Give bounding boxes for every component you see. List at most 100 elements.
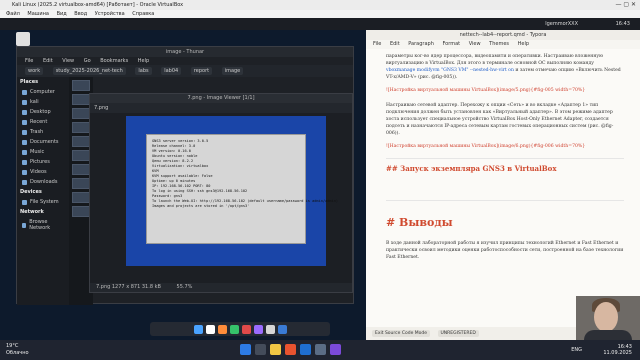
window-controls[interactable]: — ▢ ✕ xyxy=(615,1,636,8)
source-mode-toggle[interactable]: Exit Source Code Mode xyxy=(372,330,431,337)
dock-icon[interactable] xyxy=(241,324,251,334)
menu-machine[interactable]: Машина xyxy=(27,11,49,17)
path-seg[interactable]: report xyxy=(190,67,213,75)
fm-menu-file[interactable]: File xyxy=(25,58,33,64)
place-pictures[interactable]: Pictures xyxy=(17,157,69,167)
typora-title: nettech--lab4--report.qmd - Typora xyxy=(366,30,640,40)
thumbnail[interactable] xyxy=(72,206,90,217)
network-header: Network xyxy=(20,209,44,215)
weather-widget[interactable]: 19°C Облачно xyxy=(6,343,29,357)
drive-icon xyxy=(22,199,27,205)
menu-devices[interactable]: Устройства xyxy=(95,11,125,17)
thumbnail[interactable] xyxy=(72,122,90,133)
places-header: Places xyxy=(20,79,39,85)
host-taskbar: 19°C Облачно ENG 16:43 11.09.2025 xyxy=(0,340,640,360)
guest-topbar: lgemmorXXX 16:43 xyxy=(0,18,640,30)
image-info: 7.png 1277 x 871 31.8 kB xyxy=(96,284,161,290)
dock-icon[interactable] xyxy=(253,324,263,334)
app-icon[interactable] xyxy=(330,344,341,355)
path-seg[interactable]: work xyxy=(25,67,44,75)
dock-icon[interactable] xyxy=(229,324,239,334)
webcam-overlay xyxy=(576,296,640,340)
place-videos[interactable]: Videos xyxy=(17,167,69,177)
guest-user[interactable]: lgemmorXXX xyxy=(545,18,578,30)
thumbnail[interactable] xyxy=(72,80,90,91)
typora-menu-themes[interactable]: Themes xyxy=(489,41,509,47)
home-icon xyxy=(22,99,27,105)
thumbnail[interactable] xyxy=(72,164,90,175)
place-documents[interactable]: Documents xyxy=(17,137,69,147)
thumbnail[interactable] xyxy=(72,108,90,119)
fm-menu-view[interactable]: View xyxy=(62,58,74,64)
menu-file[interactable]: Файл xyxy=(6,11,20,17)
browser-icon[interactable] xyxy=(285,344,296,355)
file-manager-window: image - Thunar File Edit View Go Bookmar… xyxy=(16,46,354,305)
menu-input[interactable]: Ввод xyxy=(74,11,87,17)
browse-network[interactable]: Browse Network xyxy=(17,217,69,233)
virtualbox-icon[interactable] xyxy=(300,344,311,355)
dock-icon[interactable] xyxy=(265,324,275,334)
menu-help[interactable]: Справка xyxy=(132,11,154,17)
thumbnail[interactable] xyxy=(72,94,90,105)
vbox-title: Kali Linux (2025.2 virtualbox-amd64) [Ра… xyxy=(12,2,184,8)
windows-start-icon[interactable] xyxy=(240,344,251,355)
input-language[interactable]: ENG xyxy=(571,347,582,353)
image-link[interactable]: ![Настройка виртуальной машины VirtualBo… xyxy=(386,143,624,150)
path-seg[interactable]: lab04 xyxy=(161,67,182,75)
place-desktop[interactable]: Desktop xyxy=(17,107,69,117)
terminal-icon[interactable] xyxy=(315,344,326,355)
fm-menu-help[interactable]: Help xyxy=(138,58,149,64)
dock-icon[interactable] xyxy=(193,324,203,334)
fm-menu-bookmarks[interactable]: Bookmarks xyxy=(100,58,128,64)
computer-icon xyxy=(22,89,27,95)
cursor-line[interactable] xyxy=(386,186,624,194)
webcam-shirt xyxy=(584,330,632,340)
guest-dock xyxy=(150,322,330,336)
thumbnail[interactable] xyxy=(72,150,90,161)
fm-menu-go[interactable]: Go xyxy=(84,58,91,64)
device-filesystem[interactable]: File System xyxy=(17,197,69,207)
path-seg[interactable]: labs xyxy=(135,67,152,75)
path-bar: work study_2025-2026_net-tech labs lab04… xyxy=(17,65,353,77)
thumbnail[interactable] xyxy=(72,192,90,203)
place-downloads[interactable]: Downloads xyxy=(17,177,69,187)
image-link[interactable]: ![Настройка виртуальной машины VirtualBo… xyxy=(386,87,624,94)
fm-menu-edit[interactable]: Edit xyxy=(43,58,53,64)
dock-icon[interactable] xyxy=(277,324,287,334)
vbox-menubar: Файл Машина Вид Ввод Устройства Справка xyxy=(0,10,640,18)
place-recent[interactable]: Recent xyxy=(17,117,69,127)
place-trash[interactable]: Trash xyxy=(17,127,69,137)
vbox-titlebar: Kali Linux (2025.2 virtualbox-amd64) [Ра… xyxy=(0,0,640,10)
system-clock[interactable]: 16:43 11.09.2025 xyxy=(603,344,632,356)
place-home[interactable]: kali xyxy=(17,97,69,107)
image-viewer-window: 7.png - Image Viewer [1/1] 7.png GNS3 se… xyxy=(89,93,353,293)
unregistered-badge[interactable]: UNREGISTERED xyxy=(437,330,479,337)
paragraph: В ходе данной лабораторной работы я изуч… xyxy=(386,241,624,260)
typora-menubar: File Edit Paragraph Format View Themes H… xyxy=(366,40,640,49)
trash-icon xyxy=(16,32,30,46)
weather-desc: Облачно xyxy=(6,350,29,356)
document-body[interactable]: параметры ког-во ядер процессора, видеоп… xyxy=(366,49,640,327)
typora-menu-file[interactable]: File xyxy=(373,41,381,47)
divider xyxy=(386,158,624,159)
dock-icon[interactable] xyxy=(217,324,227,334)
heading-2: ## Запуск экземпляра GNS3 в VirtualBox xyxy=(386,164,557,173)
folder-icon xyxy=(22,139,27,145)
place-music[interactable]: Music xyxy=(17,147,69,157)
dock-icon[interactable] xyxy=(205,324,215,334)
path-seg[interactable]: study_2025-2026_net-tech xyxy=(52,67,126,75)
search-icon[interactable] xyxy=(255,344,266,355)
typora-menu-help[interactable]: Help xyxy=(518,41,529,47)
typora-menu-edit[interactable]: Edit xyxy=(390,41,400,47)
thumbnail[interactable] xyxy=(72,178,90,189)
heading-1: # Выводы xyxy=(386,216,453,229)
place-computer[interactable]: Computer xyxy=(17,87,69,97)
typora-menu-view[interactable]: View xyxy=(469,41,481,47)
folder-icon[interactable] xyxy=(270,344,281,355)
typora-menu-paragraph[interactable]: Paragraph xyxy=(408,41,434,47)
paragraph: Настраиваю сетевой адаптер. Перехожу к о… xyxy=(386,103,614,136)
typora-menu-format[interactable]: Format xyxy=(442,41,460,47)
thumbnail[interactable] xyxy=(72,136,90,147)
menu-view[interactable]: Вид xyxy=(57,11,67,17)
path-seg[interactable]: image xyxy=(221,67,244,75)
